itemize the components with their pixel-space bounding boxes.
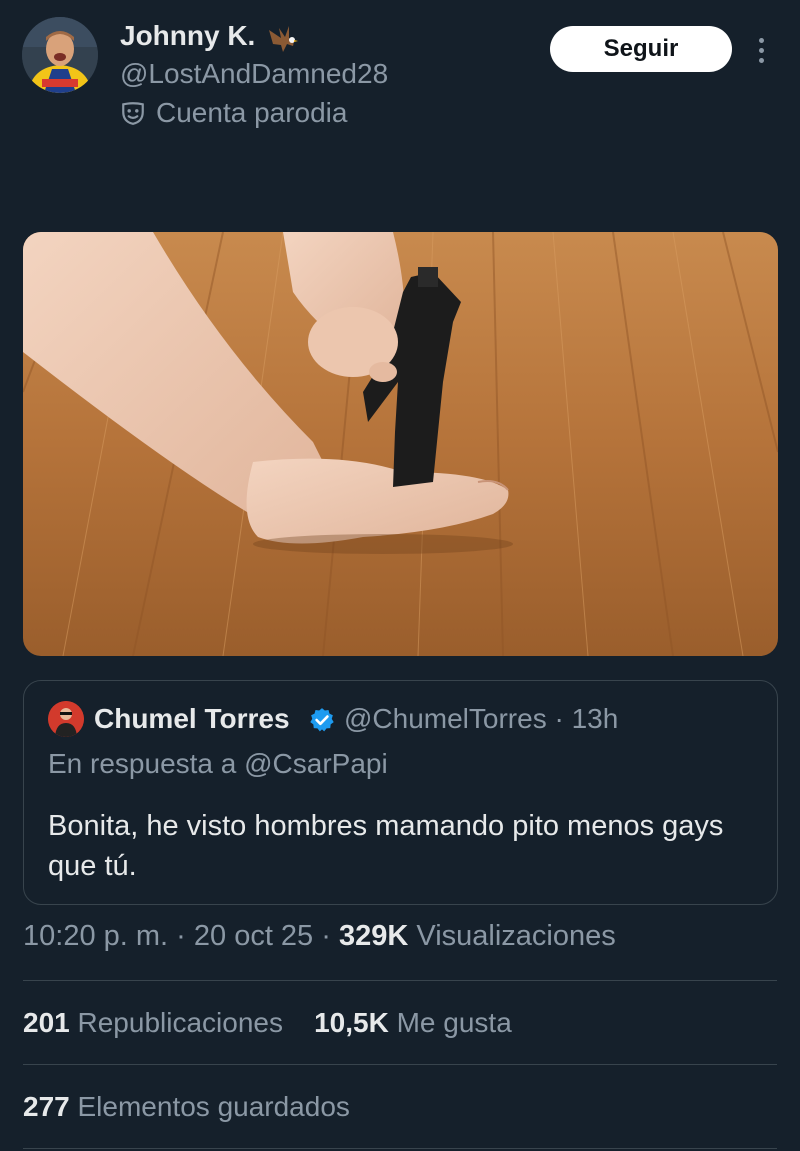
reposts-count: 201: [23, 1007, 70, 1038]
quoted-tweet[interactable]: Chumel Torres @ChumelTorres · 13h En res…: [23, 680, 778, 905]
more-vertical-icon: [758, 37, 764, 43]
quoted-handle[interactable]: @ChumelTorres: [344, 703, 547, 734]
likes-count: 10,5K: [314, 1007, 389, 1038]
divider: [23, 980, 777, 981]
author-display-name[interactable]: Johnny K.: [120, 20, 255, 52]
more-options-button[interactable]: [746, 30, 776, 70]
author-handle[interactable]: @LostAndDamned28: [120, 58, 388, 90]
quoted-text: Bonita, he visto hombres mamando pito me…: [48, 810, 724, 882]
bookmarks-link[interactable]: 277 Elementos guardados: [23, 1091, 350, 1122]
quoted-reply-to[interactable]: En respuesta a @CsarPapi: [48, 748, 388, 780]
reposts-link[interactable]: 201 Republicaciones: [23, 1007, 283, 1038]
tweet-meta: 10:20 p. m. · 20 oct 25 · 329K Visualiza…: [23, 920, 616, 952]
quoted-time[interactable]: 13h: [572, 703, 619, 734]
divider: [23, 1148, 777, 1149]
likes-link[interactable]: 10,5K Me gusta: [314, 1007, 512, 1038]
author-avatar[interactable]: [22, 17, 98, 93]
quoted-handle-time: @ChumelTorres · 13h: [344, 703, 619, 734]
follow-button[interactable]: Seguir: [550, 26, 732, 72]
quoted-display-name[interactable]: Chumel Torres: [94, 703, 290, 735]
bookmarks-label: Elementos guardados: [77, 1091, 350, 1122]
parody-mask-icon: [122, 102, 144, 125]
quoted-avatar[interactable]: [48, 701, 84, 737]
verified-badge-icon: [310, 708, 334, 732]
tweet-date[interactable]: 20 oct 25: [194, 920, 313, 952]
parody-label: Cuenta parodia: [120, 97, 347, 129]
tweet-photo[interactable]: [23, 232, 778, 656]
views-label: Visualizaciones: [416, 920, 616, 952]
bookmarks-count: 277: [23, 1091, 70, 1122]
engagement-stats: 201 Republicaciones 10,5K Me gusta: [23, 1007, 512, 1039]
eagle-emoji-icon: [269, 26, 298, 52]
parody-text: Cuenta parodia: [156, 97, 348, 128]
divider: [23, 1064, 777, 1065]
tweet-time[interactable]: 10:20 p. m.: [23, 920, 168, 952]
views-count: 329K: [338, 920, 409, 952]
bookmarks-stats: 277 Elementos guardados: [23, 1091, 350, 1123]
reposts-label: Republicaciones: [77, 1007, 283, 1038]
likes-label: Me gusta: [396, 1007, 512, 1038]
